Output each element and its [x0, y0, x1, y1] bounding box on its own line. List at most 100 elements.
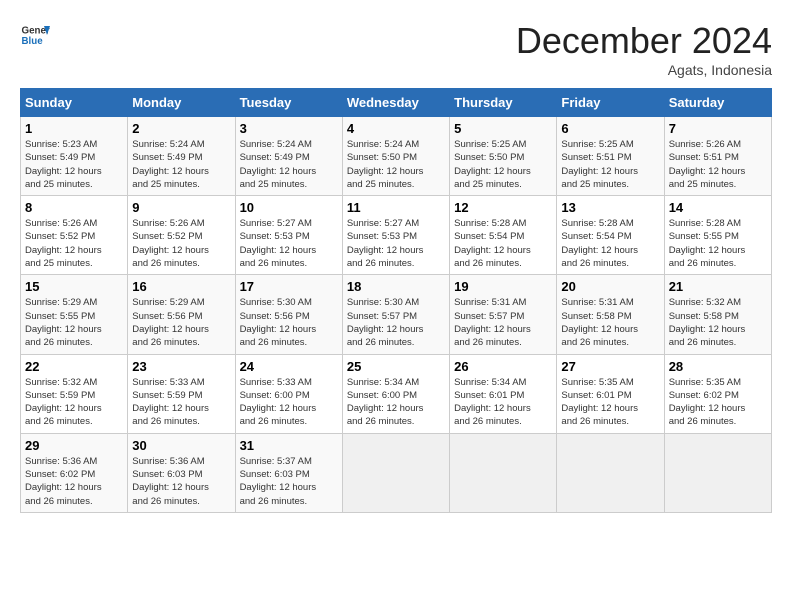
- day-number: 24: [240, 359, 338, 374]
- calendar-cell: 15 Sunrise: 5:29 AM Sunset: 5:55 PM Dayli…: [21, 275, 128, 354]
- calendar-cell: [557, 433, 664, 512]
- day-number: 23: [132, 359, 230, 374]
- day-number: 2: [132, 121, 230, 136]
- logo-icon: General Blue: [20, 20, 50, 50]
- calendar-cell: 30Sunrise: 5:36 AM Sunset: 6:03 PM Dayli…: [128, 433, 235, 512]
- day-info: Sunrise: 5:29 AM Sunset: 5:56 PM Dayligh…: [132, 296, 230, 349]
- day-info: Sunrise: 5:26 AM Sunset: 5:52 PM Dayligh…: [25, 217, 123, 270]
- calendar-cell: 27 Sunrise: 5:35 AM Sunset: 6:01 PM Dayli…: [557, 354, 664, 433]
- day-number: 31: [240, 438, 338, 453]
- calendar-cell: 29Sunrise: 5:36 AM Sunset: 6:02 PM Dayli…: [21, 433, 128, 512]
- col-thursday: Thursday: [450, 89, 557, 117]
- calendar-cell: 16 Sunrise: 5:29 AM Sunset: 5:56 PM Dayli…: [128, 275, 235, 354]
- day-number: 5: [454, 121, 552, 136]
- col-friday: Friday: [557, 89, 664, 117]
- day-number: 26: [454, 359, 552, 374]
- day-number: 14: [669, 200, 767, 215]
- calendar-cell: 17 Sunrise: 5:30 AM Sunset: 5:56 PM Dayli…: [235, 275, 342, 354]
- day-number: 4: [347, 121, 445, 136]
- day-number: 12: [454, 200, 552, 215]
- calendar-cell: 19 Sunrise: 5:31 AM Sunset: 5:57 PM Dayli…: [450, 275, 557, 354]
- calendar-week-3: 15 Sunrise: 5:29 AM Sunset: 5:55 PM Dayli…: [21, 275, 772, 354]
- day-info: Sunrise: 5:35 AM Sunset: 6:02 PM Dayligh…: [669, 376, 767, 429]
- calendar-cell: 14 Sunrise: 5:28 AM Sunset: 5:55 PM Dayli…: [664, 196, 771, 275]
- day-info: Sunrise: 5:36 AM Sunset: 6:03 PM Dayligh…: [132, 455, 230, 508]
- calendar-cell: 23 Sunrise: 5:33 AM Sunset: 5:59 PM Dayli…: [128, 354, 235, 433]
- day-info: Sunrise: 5:26 AM Sunset: 5:51 PM Dayligh…: [669, 138, 767, 191]
- col-monday: Monday: [128, 89, 235, 117]
- calendar-week-5: 29Sunrise: 5:36 AM Sunset: 6:02 PM Dayli…: [21, 433, 772, 512]
- title-area: December 2024 Agats, Indonesia: [516, 20, 772, 78]
- day-info: Sunrise: 5:37 AM Sunset: 6:03 PM Dayligh…: [240, 455, 338, 508]
- calendar-cell: 3 Sunrise: 5:24 AM Sunset: 5:49 PM Daylig…: [235, 117, 342, 196]
- day-info: Sunrise: 5:24 AM Sunset: 5:49 PM Dayligh…: [240, 138, 338, 191]
- day-info: Sunrise: 5:33 AM Sunset: 6:00 PM Dayligh…: [240, 376, 338, 429]
- col-tuesday: Tuesday: [235, 89, 342, 117]
- day-info: Sunrise: 5:31 AM Sunset: 5:57 PM Dayligh…: [454, 296, 552, 349]
- day-number: 19: [454, 279, 552, 294]
- day-info: Sunrise: 5:30 AM Sunset: 5:57 PM Dayligh…: [347, 296, 445, 349]
- col-wednesday: Wednesday: [342, 89, 449, 117]
- day-number: 7: [669, 121, 767, 136]
- day-number: 8: [25, 200, 123, 215]
- day-info: Sunrise: 5:24 AM Sunset: 5:50 PM Dayligh…: [347, 138, 445, 191]
- day-info: Sunrise: 5:32 AM Sunset: 5:59 PM Dayligh…: [25, 376, 123, 429]
- day-number: 1: [25, 121, 123, 136]
- calendar-cell: 2 Sunrise: 5:24 AM Sunset: 5:49 PM Daylig…: [128, 117, 235, 196]
- day-number: 21: [669, 279, 767, 294]
- day-info: Sunrise: 5:34 AM Sunset: 6:00 PM Dayligh…: [347, 376, 445, 429]
- day-info: Sunrise: 5:28 AM Sunset: 5:54 PM Dayligh…: [561, 217, 659, 270]
- day-info: Sunrise: 5:32 AM Sunset: 5:58 PM Dayligh…: [669, 296, 767, 349]
- day-info: Sunrise: 5:27 AM Sunset: 5:53 PM Dayligh…: [347, 217, 445, 270]
- day-number: 17: [240, 279, 338, 294]
- calendar-cell: 10 Sunrise: 5:27 AM Sunset: 5:53 PM Dayli…: [235, 196, 342, 275]
- calendar-cell: 28 Sunrise: 5:35 AM Sunset: 6:02 PM Dayli…: [664, 354, 771, 433]
- day-number: 22: [25, 359, 123, 374]
- month-title: December 2024: [516, 20, 772, 62]
- logo: General Blue: [20, 20, 50, 50]
- day-number: 27: [561, 359, 659, 374]
- day-number: 28: [669, 359, 767, 374]
- calendar-cell: 22 Sunrise: 5:32 AM Sunset: 5:59 PM Dayli…: [21, 354, 128, 433]
- day-info: Sunrise: 5:29 AM Sunset: 5:55 PM Dayligh…: [25, 296, 123, 349]
- calendar-cell: 25 Sunrise: 5:34 AM Sunset: 6:00 PM Dayli…: [342, 354, 449, 433]
- day-info: Sunrise: 5:28 AM Sunset: 5:55 PM Dayligh…: [669, 217, 767, 270]
- day-info: Sunrise: 5:30 AM Sunset: 5:56 PM Dayligh…: [240, 296, 338, 349]
- calendar-cell: 31 Sunrise: 5:37 AM Sunset: 6:03 PM Dayli…: [235, 433, 342, 512]
- col-sunday: Sunday: [21, 89, 128, 117]
- calendar-cell: 5Sunrise: 5:25 AM Sunset: 5:50 PM Daylig…: [450, 117, 557, 196]
- day-info: Sunrise: 5:24 AM Sunset: 5:49 PM Dayligh…: [132, 138, 230, 191]
- calendar-cell: 12 Sunrise: 5:28 AM Sunset: 5:54 PM Dayli…: [450, 196, 557, 275]
- day-number: 13: [561, 200, 659, 215]
- calendar-cell: 26Sunrise: 5:34 AM Sunset: 6:01 PM Dayli…: [450, 354, 557, 433]
- calendar-cell: 9Sunrise: 5:26 AM Sunset: 5:52 PM Daylig…: [128, 196, 235, 275]
- day-number: 10: [240, 200, 338, 215]
- calendar-cell: [450, 433, 557, 512]
- calendar-cell: 4 Sunrise: 5:24 AM Sunset: 5:50 PM Daylig…: [342, 117, 449, 196]
- calendar-cell: 1Sunrise: 5:23 AM Sunset: 5:49 PM Daylig…: [21, 117, 128, 196]
- day-number: 3: [240, 121, 338, 136]
- calendar-week-1: 1Sunrise: 5:23 AM Sunset: 5:49 PM Daylig…: [21, 117, 772, 196]
- day-number: 11: [347, 200, 445, 215]
- calendar-cell: 13 Sunrise: 5:28 AM Sunset: 5:54 PM Dayli…: [557, 196, 664, 275]
- col-saturday: Saturday: [664, 89, 771, 117]
- calendar-cell: 20 Sunrise: 5:31 AM Sunset: 5:58 PM Dayli…: [557, 275, 664, 354]
- day-number: 25: [347, 359, 445, 374]
- location: Agats, Indonesia: [516, 62, 772, 78]
- calendar-table: Sunday Monday Tuesday Wednesday Thursday…: [20, 88, 772, 513]
- day-info: Sunrise: 5:27 AM Sunset: 5:53 PM Dayligh…: [240, 217, 338, 270]
- calendar-cell: 8 Sunrise: 5:26 AM Sunset: 5:52 PM Daylig…: [21, 196, 128, 275]
- svg-text:Blue: Blue: [22, 36, 44, 47]
- calendar-week-2: 8 Sunrise: 5:26 AM Sunset: 5:52 PM Daylig…: [21, 196, 772, 275]
- day-info: Sunrise: 5:26 AM Sunset: 5:52 PM Dayligh…: [132, 217, 230, 270]
- day-info: Sunrise: 5:36 AM Sunset: 6:02 PM Dayligh…: [25, 455, 123, 508]
- day-number: 16: [132, 279, 230, 294]
- calendar-cell: 24 Sunrise: 5:33 AM Sunset: 6:00 PM Dayli…: [235, 354, 342, 433]
- day-info: Sunrise: 5:33 AM Sunset: 5:59 PM Dayligh…: [132, 376, 230, 429]
- calendar-cell: [664, 433, 771, 512]
- day-info: Sunrise: 5:35 AM Sunset: 6:01 PM Dayligh…: [561, 376, 659, 429]
- day-number: 15: [25, 279, 123, 294]
- day-info: Sunrise: 5:31 AM Sunset: 5:58 PM Dayligh…: [561, 296, 659, 349]
- day-info: Sunrise: 5:28 AM Sunset: 5:54 PM Dayligh…: [454, 217, 552, 270]
- day-number: 20: [561, 279, 659, 294]
